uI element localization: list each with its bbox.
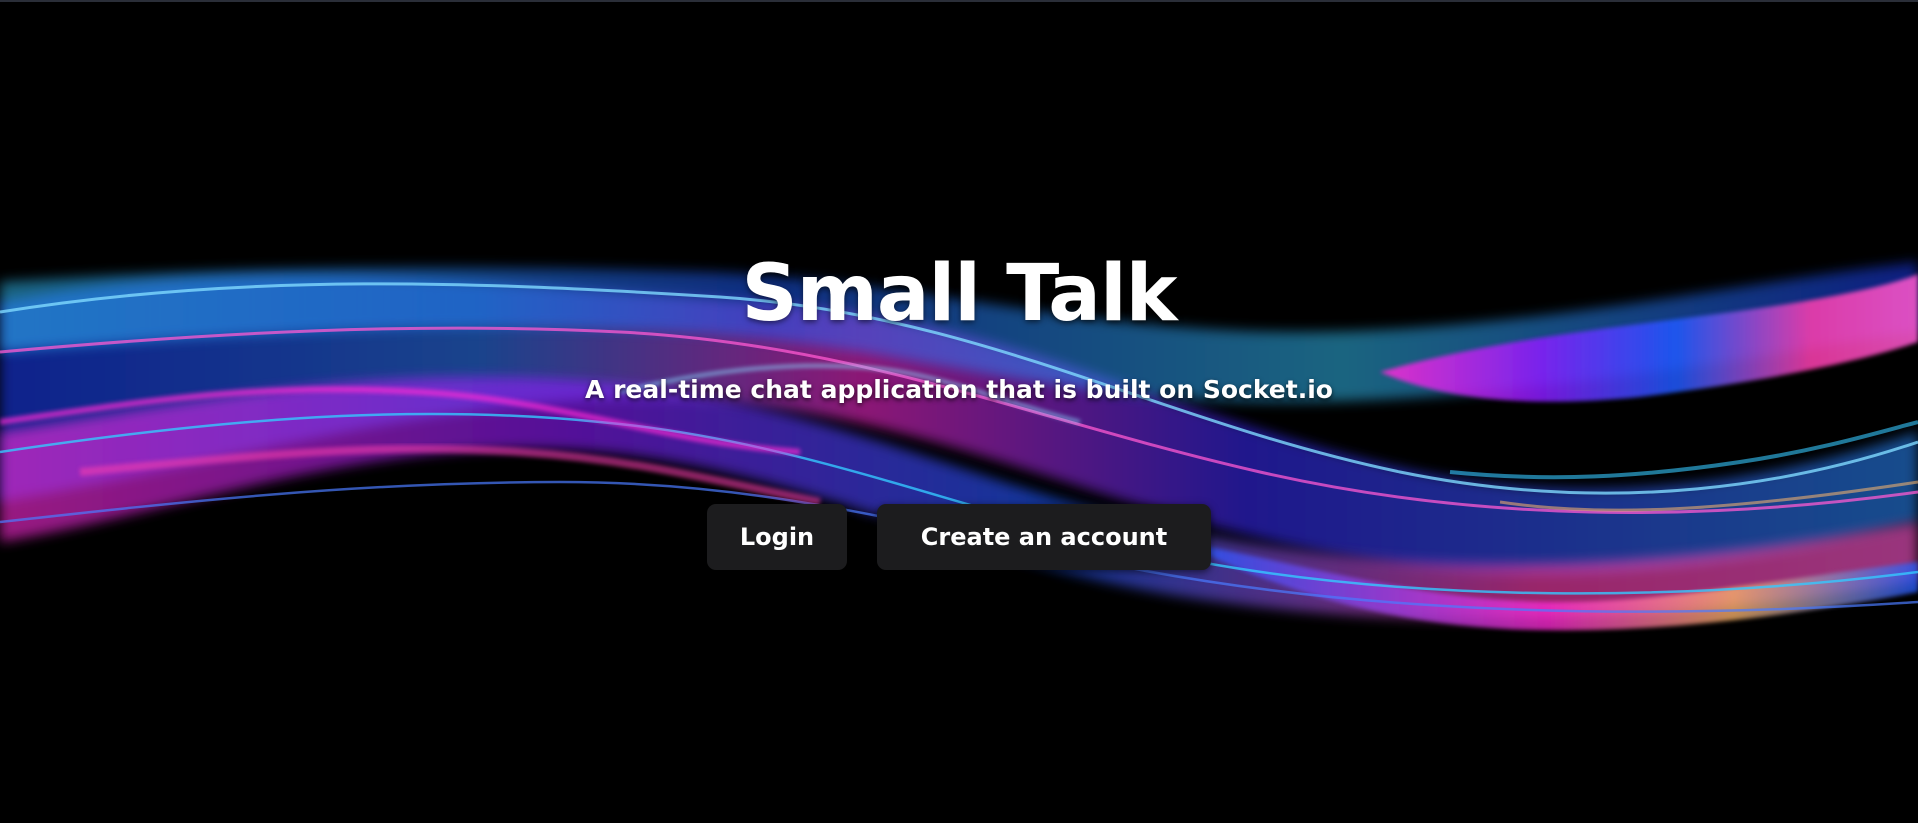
landing-page: Small Talk A real-time chat application … <box>0 0 1918 823</box>
page-subtitle: A real-time chat application that is bui… <box>585 375 1333 404</box>
page-title: Small Talk <box>741 249 1177 339</box>
create-account-button[interactable]: Create an account <box>877 504 1211 570</box>
hero-actions: Login Create an account <box>0 504 1918 570</box>
login-button[interactable]: Login <box>707 504 847 570</box>
hero-section: Small Talk A real-time chat application … <box>0 2 1918 823</box>
